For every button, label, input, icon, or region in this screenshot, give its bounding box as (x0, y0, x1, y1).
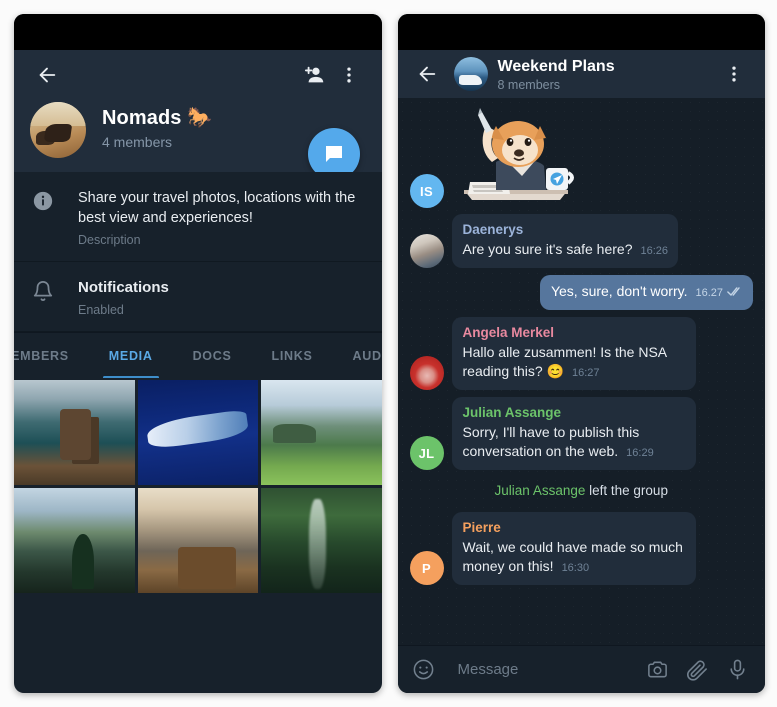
chat-avatar[interactable] (453, 57, 488, 91)
chat-title: Weekend Plans (497, 57, 615, 75)
tab-audio[interactable]: AUDIO (333, 333, 382, 378)
avatar[interactable]: IS (409, 174, 444, 208)
message-row-outgoing: Yes, sure, don't worry. 16.27 (410, 275, 753, 310)
message-sender: Daenerys (462, 222, 524, 237)
bell-icon (32, 278, 56, 317)
message-bubble[interactable]: Daenerys Are you sure it's safe here? 16:… (451, 214, 679, 268)
message-sticker: IS (409, 104, 754, 208)
screenshot-root: Nomads 🐎 4 members Share your travel pho… (0, 0, 777, 707)
notifications-title: Notifications (78, 279, 169, 296)
avatar[interactable] (409, 234, 444, 268)
notifications-body: Notifications Enabled (78, 278, 366, 317)
message-bubble[interactable]: Pierre Wait, we could have made so much … (451, 512, 696, 585)
message-row: P Pierre Wait, we could have made so muc… (409, 512, 754, 585)
profile-main: Nomads 🐎 4 members (14, 100, 382, 180)
message-body: Yes, sure, don't worry. (550, 283, 688, 299)
description-row[interactable]: Share your travel photos, locations with… (14, 172, 382, 262)
double-check-icon (727, 283, 743, 302)
back-arrow-icon[interactable] (410, 57, 444, 91)
microphone-icon[interactable] (723, 658, 751, 681)
camera-icon[interactable] (643, 658, 671, 681)
message-time: 16:29 (626, 447, 654, 459)
chat-topbar: Weekend Plans 8 members (397, 50, 765, 98)
back-arrow-icon[interactable] (30, 58, 64, 92)
add-person-icon[interactable] (298, 58, 332, 92)
message-bubble[interactable]: Julian Assange Sorry, I'll have to publi… (451, 397, 696, 470)
message-body: Sorry, I'll have to publish this convers… (462, 424, 640, 459)
message-text: Sorry, I'll have to publish this convers… (463, 423, 686, 463)
profile-topbar (14, 50, 382, 100)
message-text: Hallo alle zusammen! Is the NSA reading … (463, 343, 686, 383)
avatar[interactable] (409, 356, 444, 390)
message-time: 16:27 (572, 367, 600, 379)
profile-names: Nomads 🐎 4 members (102, 102, 212, 150)
message-time: 16:30 (561, 562, 590, 574)
description-body: Share your travel photos, locations with… (78, 188, 366, 247)
message-sender: Julian Assange (462, 405, 562, 420)
tab-media[interactable]: MEDIA (89, 333, 173, 378)
avatar-art-horse-1 (43, 124, 72, 143)
description-label: Description (78, 233, 141, 247)
service-message-action: left the group (589, 483, 668, 498)
chat-member-count: 8 members (497, 77, 561, 92)
message-bubble[interactable]: Angela Merkel Hallo alle zusammen! Is th… (451, 317, 696, 390)
media-thumbnail[interactable] (261, 380, 382, 485)
message-body: Are you sure it's safe here? (462, 241, 633, 257)
notifications-status: Enabled (78, 303, 124, 317)
notifications-row[interactable]: Notifications Enabled (14, 262, 382, 332)
smiley-icon[interactable] (410, 658, 438, 681)
message-input[interactable]: Message (450, 661, 632, 678)
message-body: Hallo alle zusammen! Is the NSA reading … (462, 344, 667, 379)
description-text: Share your travel photos, locations with… (78, 190, 356, 226)
avatar[interactable]: P (409, 551, 444, 585)
status-bar-left (14, 14, 382, 50)
info-icon (32, 188, 56, 247)
service-message: Julian Assange left the group (410, 482, 754, 500)
profile-header: Nomads 🐎 4 members (14, 50, 382, 180)
message-time: 16.27 (695, 287, 723, 299)
message-sender: Pierre (462, 520, 501, 535)
status-bar-right (397, 14, 765, 50)
media-thumbnail[interactable] (14, 380, 135, 485)
avatar[interactable]: JL (409, 436, 444, 470)
avatar-art-sky (30, 102, 86, 126)
paperclip-icon[interactable] (683, 658, 711, 681)
message-row: Angela Merkel Hallo alle zusammen! Is th… (409, 317, 754, 390)
message-text: Are you sure it's safe here? 16:26 (463, 240, 669, 261)
member-count: 4 members (102, 134, 173, 150)
message-text: Wait, we could have made so much money o… (463, 538, 686, 578)
service-message-user: Julian Assange (494, 483, 586, 498)
message-text: Yes, sure, don't worry. 16.27 (551, 282, 743, 303)
tab-docs[interactable]: DOCS (173, 333, 252, 378)
message-row: Daenerys Are you sure it's safe here? 16:… (409, 214, 754, 268)
group-avatar[interactable] (30, 102, 86, 158)
media-thumbnail[interactable] (261, 488, 382, 593)
media-grid (14, 378, 382, 593)
message-row: JL Julian Assange Sorry, I'll have to pu… (409, 397, 754, 470)
media-thumbnail[interactable] (137, 488, 258, 593)
message-input-bar: Message (397, 645, 765, 693)
profile-tabs: MEMBERS MEDIA DOCS LINKS AUDIO (14, 332, 382, 378)
tab-members[interactable]: MEMBERS (14, 333, 89, 378)
message-time: 16:26 (640, 245, 669, 257)
left-phone-group-profile: Nomads 🐎 4 members Share your travel pho… (14, 14, 382, 693)
page-title: Nomads 🐎 (102, 107, 213, 129)
tab-links[interactable]: LINKS (252, 333, 333, 378)
more-vertical-icon[interactable] (332, 58, 366, 92)
chat-message-list: IS Daenerys Are you sure it's safe here?… (397, 98, 765, 645)
media-thumbnail[interactable] (137, 380, 258, 485)
media-thumbnail[interactable] (14, 488, 135, 593)
shiba-dog-sticker[interactable] (452, 104, 580, 208)
message-sender: Angela Merkel (462, 325, 555, 340)
more-vertical-icon[interactable] (717, 57, 751, 91)
message-bubble-outgoing[interactable]: Yes, sure, don't worry. 16.27 (539, 275, 753, 310)
chat-titles[interactable]: Weekend Plans 8 members (498, 57, 708, 92)
right-phone-chat: Weekend Plans 8 members IS Daenerys Are … (397, 14, 765, 693)
